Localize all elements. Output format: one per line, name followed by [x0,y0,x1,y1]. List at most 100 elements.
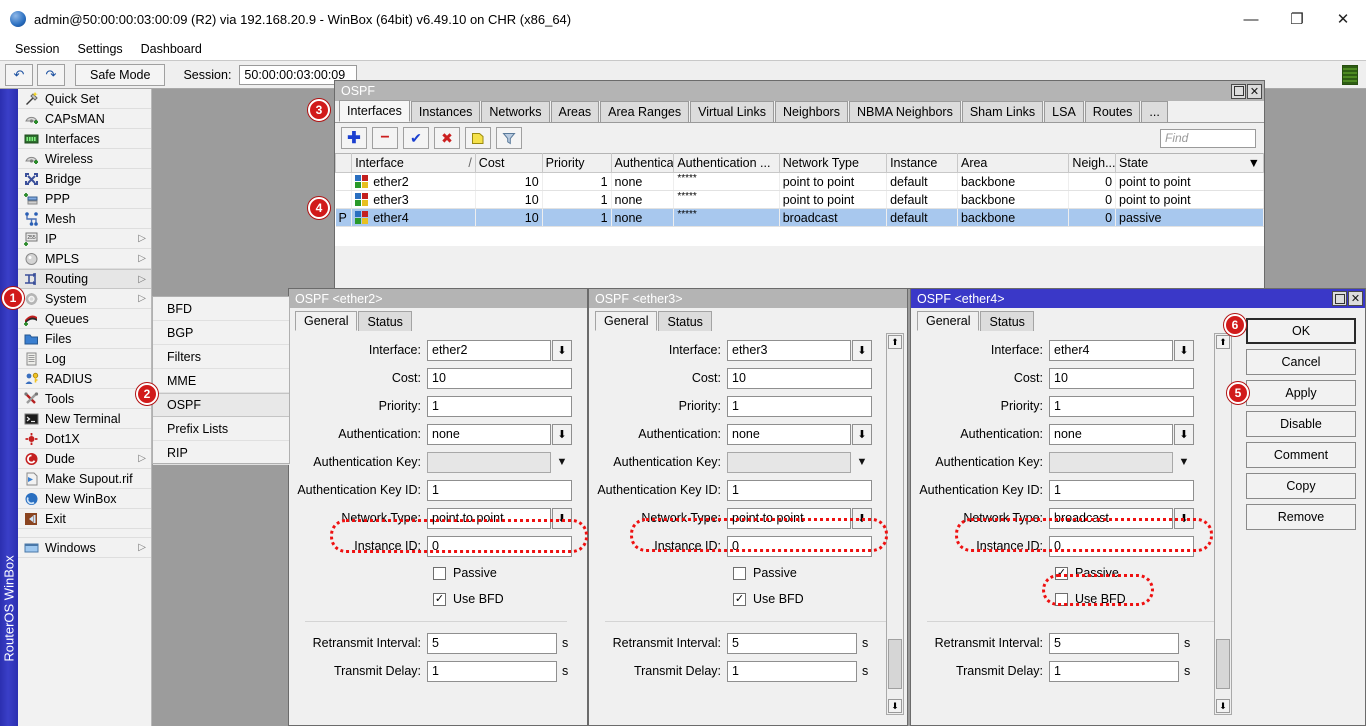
network-type-dropdown-icon[interactable]: ⬇ [852,508,872,529]
authentication-dropdown-icon[interactable]: ⬇ [1174,424,1194,445]
column-authentication[interactable]: Authentica... [611,154,674,173]
network-type-field[interactable]: point to point [727,508,851,529]
ospf-close-icon[interactable]: ✕ [1247,84,1262,99]
passive-checkbox[interactable] [433,567,446,580]
interface-dropdown-icon[interactable]: ⬇ [552,340,572,361]
sidebar-item-queues[interactable]: Queues [18,309,151,329]
checkbox-row-passive[interactable]: Passive [295,562,577,584]
ok-button[interactable]: OK [1246,318,1356,344]
column-flags[interactable] [336,154,352,173]
sidebar-item-wireless[interactable]: Wireless [18,149,151,169]
network-type-field[interactable]: point to point [427,508,551,529]
authentication-key-dropdown-icon[interactable]: ▼ [1174,452,1194,473]
retransmit-interval-field[interactable]: 5 [1049,633,1179,654]
sidebar-item-dot1x[interactable]: Dot1X [18,429,151,449]
submenu-item-filters[interactable]: Filters [153,345,289,369]
cost-field[interactable]: 10 [1049,368,1194,389]
tab-status[interactable]: Status [980,311,1033,331]
sidebar-item-capsman[interactable]: CAPsMAN [18,109,151,129]
sidebar-item-new-winbox[interactable]: New WinBox [18,489,151,509]
authentication-field[interactable]: none [727,424,851,445]
sidebar-item-radius[interactable]: RADIUS [18,369,151,389]
column-priority[interactable]: Priority [542,154,611,173]
table-row[interactable]: ether2 10 1 none ***** point to point de… [336,173,1264,191]
instance-id-field[interactable]: 0 [727,536,872,557]
use-bfd-checkbox[interactable] [1055,593,1068,606]
maximize-icon[interactable]: ❐ [1274,0,1320,38]
column-neighbors[interactable]: Neigh... [1069,154,1116,173]
passive-checkbox[interactable]: ✓ [1055,567,1068,580]
safe-mode-button[interactable]: Safe Mode [75,64,165,86]
find-input[interactable]: Find [1160,129,1256,148]
column-instance[interactable]: Instance [887,154,958,173]
submenu-item-ospf[interactable]: OSPF [153,393,289,417]
submenu-item-bgp[interactable]: BGP [153,321,289,345]
submenu-item-rip[interactable]: RIP [153,441,289,465]
interface-field[interactable]: ether2 [427,340,551,361]
tab-general[interactable]: General [917,311,979,331]
filter-icon[interactable] [496,127,522,149]
cost-field[interactable]: 10 [427,368,572,389]
authentication-key-dropdown-icon[interactable]: ▼ [852,452,872,473]
sidebar-item-quick-set[interactable]: Quick Set [18,89,151,109]
sidebar-item-system[interactable]: System ▷ [18,289,151,309]
menu-item-session[interactable]: Session [6,40,68,58]
apply-button[interactable]: Apply [1246,380,1356,406]
authentication-key-id-field[interactable]: 1 [727,480,872,501]
scrollbar-thumb[interactable] [1216,639,1230,689]
network-type-dropdown-icon[interactable]: ⬇ [1174,508,1194,529]
redo-icon[interactable]: ↷ [37,64,65,86]
checkbox-row-passive[interactable]: ✓ Passive [917,562,1355,584]
menu-item-dashboard[interactable]: Dashboard [132,40,211,58]
tab-instances[interactable]: Instances [411,101,481,122]
retransmit-interval-field[interactable]: 5 [427,633,557,654]
cancel-button[interactable]: Cancel [1246,349,1356,375]
checkbox-row-use-bfd[interactable]: ✓ Use BFD [295,588,577,610]
sidebar-item-mesh[interactable]: Mesh [18,209,151,229]
network-type-dropdown-icon[interactable]: ⬇ [552,508,572,529]
comment-button[interactable]: Comment [1246,442,1356,468]
table-row[interactable]: ether3 10 1 none ***** point to point de… [336,191,1264,209]
table-row[interactable]: P ether4 10 1 none ***** broadcast defa [336,209,1264,227]
tab-areas[interactable]: Areas [551,101,600,122]
authentication-field[interactable]: none [427,424,551,445]
cost-field[interactable]: 10 [727,368,872,389]
dialog-maximize-icon[interactable] [1332,291,1347,306]
tab-neighbors[interactable]: Neighbors [775,101,848,122]
authentication-key-field[interactable] [427,452,551,473]
tab-general[interactable]: General [295,311,357,331]
submenu-item-bfd[interactable]: BFD [153,297,289,321]
add-icon[interactable]: ✚ [341,127,367,149]
copy-button[interactable]: Copy [1246,473,1356,499]
sidebar-item-log[interactable]: Log [18,349,151,369]
tab-area-ranges[interactable]: Area Ranges [600,101,689,122]
sidebar-item-files[interactable]: Files [18,329,151,349]
sidebar-item-mpls[interactable]: MPLS ▷ [18,249,151,269]
column-cost[interactable]: Cost [475,154,542,173]
use-bfd-checkbox[interactable]: ✓ [433,593,446,606]
sidebar-item-tools[interactable]: Tools ▷ [18,389,151,409]
tab-sham-links[interactable]: Sham Links [962,101,1043,122]
tab-virtual-links[interactable]: Virtual Links [690,101,774,122]
column-interface[interactable]: Interface/ [352,154,476,173]
tab-more[interactable]: ... [1141,101,1167,122]
comment-icon[interactable] [465,127,491,149]
ospf-maximize-icon[interactable] [1231,84,1246,99]
scroll-down-icon[interactable]: ⬇ [1216,699,1230,713]
sidebar-item-dude[interactable]: Dude ▷ [18,449,151,469]
sidebar-item-routing[interactable]: Routing ▷ [18,269,151,289]
sidebar-item-bridge[interactable]: Bridge [18,169,151,189]
passive-checkbox[interactable] [733,567,746,580]
column-state[interactable]: State▼ [1116,154,1264,173]
authentication-key-id-field[interactable]: 1 [1049,480,1194,501]
tab-networks[interactable]: Networks [481,101,549,122]
tab-status[interactable]: Status [358,311,411,331]
authentication-key-id-field[interactable]: 1 [427,480,572,501]
priority-field[interactable]: 1 [427,396,572,417]
tab-status[interactable]: Status [658,311,711,331]
dialog-close-icon[interactable]: ✕ [1348,291,1363,306]
sidebar-item-windows[interactable]: Windows ▷ [18,538,151,558]
scroll-up-icon[interactable]: ⬆ [888,335,902,349]
remove-icon[interactable]: − [372,127,398,149]
authentication-key-field[interactable] [727,452,851,473]
